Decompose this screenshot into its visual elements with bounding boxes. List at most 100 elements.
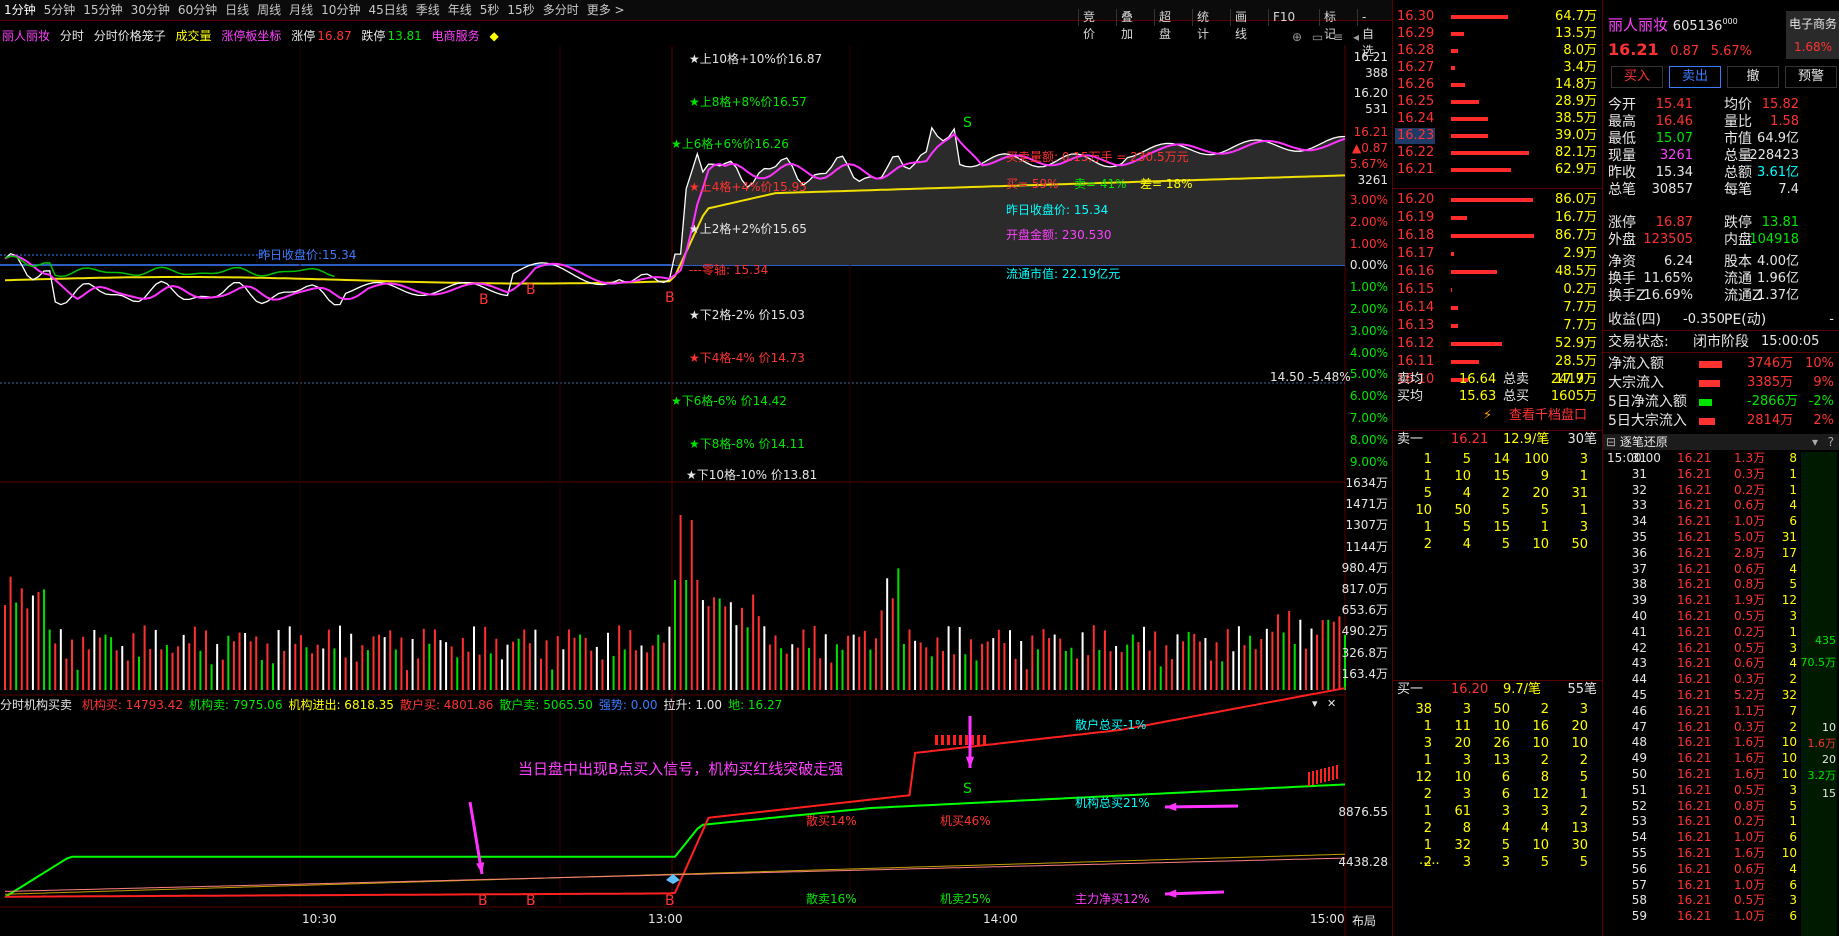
volume-bar (813, 625, 816, 690)
tick-vol-14: 0.3万 (1734, 672, 1766, 687)
book-summary-val-0: 16.64 (1459, 372, 1497, 387)
ask-price-8[interactable]: 16.22 (1397, 144, 1434, 162)
toolbar-0[interactable]: 竞价 (1078, 9, 1099, 41)
bid-price-9[interactable]: 16.11 (1397, 353, 1434, 371)
chart-info-bar: 丽人丽妆 分时 分时价格笼子 成交量 涨停板坐标 涨停 16.87 跌停 13.81… (0, 27, 1440, 45)
quote-key-4-1: 总额 (1724, 165, 1752, 181)
flow-bar-1 (1699, 380, 1720, 387)
sell1-cell: 2 (1501, 486, 1510, 501)
period-10[interactable]: 季线 (412, 0, 444, 20)
signal-bar (983, 735, 986, 745)
tick-vol-11: 0.2万 (1734, 624, 1766, 639)
ask-price-1[interactable]: 16.29 (1397, 25, 1434, 43)
period-14[interactable]: 多分时 (539, 0, 583, 20)
period-3[interactable]: 30分钟 (127, 0, 174, 20)
bid-price-7[interactable]: 16.13 (1397, 317, 1434, 335)
period-4[interactable]: 60分钟 (174, 0, 221, 20)
sector-diamond-icon[interactable]: ◆ (489, 29, 498, 43)
ask-price-9[interactable]: 16.21 (1397, 161, 1434, 179)
ask-price-4[interactable]: 16.26 (1397, 76, 1434, 94)
layout-button[interactable]: 布局 (1352, 912, 1376, 929)
collapse-icon[interactable]: ◂ (1353, 30, 1359, 44)
toolbar-2[interactable]: 超盘 (1154, 9, 1175, 41)
collapse-icon[interactable]: ⊟ (1606, 435, 1616, 449)
dropdown-icon[interactable]: ▾ (1312, 697, 1318, 710)
period-11[interactable]: 年线 (444, 0, 476, 20)
add-icon[interactable]: ⊕ (1292, 30, 1302, 44)
bid-price-0[interactable]: 16.20 (1397, 191, 1434, 209)
tick-price-0: 16.21 (1677, 451, 1712, 465)
volume-bar (1081, 632, 1084, 690)
ask-price-0[interactable]: 16.30 (1397, 8, 1434, 26)
volume-bar (132, 633, 135, 690)
stock-code-suffix: 000 (1722, 17, 1738, 26)
info-stock-name[interactable]: 丽人丽妆 (2, 29, 50, 43)
ask-price-6[interactable]: 16.24 (1397, 110, 1434, 128)
period-9[interactable]: 45日线 (364, 0, 411, 20)
volume-bar (612, 655, 615, 690)
toolbar-6[interactable]: 标记 (1319, 9, 1340, 41)
tick-price-21: 16.21 (1677, 782, 1712, 797)
tick-side-a: 435 (1815, 634, 1836, 647)
volume-bar (1159, 666, 1162, 690)
help-icon[interactable]: ? (1828, 434, 1834, 450)
ladder-label-7: ★下4格-4% 价14.73 (689, 351, 805, 365)
toolbar-3[interactable]: 统计 (1192, 9, 1213, 41)
quote-button-0[interactable]: 买入 (1611, 66, 1663, 88)
indicator-title[interactable]: 分时机构买卖 (0, 698, 72, 712)
tick-count-1: 1 (1789, 466, 1797, 481)
period-1[interactable]: 5分钟 (40, 0, 80, 20)
quote-button-1[interactable]: 卖出 (1669, 66, 1721, 88)
bid-price-3[interactable]: 16.17 (1397, 245, 1434, 263)
ask-price-7[interactable]: 16.23 (1397, 127, 1434, 145)
category-tag[interactable]: 电子商务 1.68% (1786, 11, 1839, 59)
bid-price-2[interactable]: 16.18 (1397, 227, 1434, 245)
ask-price-2[interactable]: 16.28 (1397, 42, 1434, 60)
period-6[interactable]: 周线 (253, 0, 285, 20)
bid-price-1[interactable]: 16.19 (1397, 209, 1434, 227)
close-icon[interactable]: ✕ (1327, 697, 1336, 710)
quote-button-2[interactable]: 撤 (1727, 66, 1779, 88)
bid-price-6[interactable]: 16.14 (1397, 299, 1434, 317)
volume-bar (244, 633, 247, 690)
bid-price-5[interactable]: 16.15 (1397, 281, 1434, 299)
period-8[interactable]: 10分钟 (317, 0, 364, 20)
period-13[interactable]: 15秒 (503, 0, 538, 20)
more-depth-link[interactable]: 查看千档盘口 (1509, 407, 1587, 425)
period-12[interactable]: 5秒 (476, 0, 504, 20)
info-sector[interactable]: 电商服务 (432, 29, 480, 43)
quote-button-3[interactable]: 预警 (1785, 66, 1837, 88)
ask-price-5[interactable]: 16.25 (1397, 93, 1434, 111)
ask-bar-2 (1451, 49, 1459, 53)
tick-price-5: 16.21 (1677, 530, 1712, 544)
tick-count-24: 6 (1789, 830, 1797, 845)
ask-price-3[interactable]: 16.27 (1397, 59, 1434, 77)
sell1-cell: 5 (1423, 486, 1432, 501)
buy-more: ..... (1419, 853, 1440, 868)
buy1-cell: 3 (1462, 753, 1471, 768)
period-2[interactable]: 15分钟 (79, 0, 126, 20)
period-0[interactable]: 1分钟 (0, 0, 40, 20)
bid-price-4[interactable]: 16.16 (1397, 263, 1434, 281)
info-item-price-cage[interactable]: 分时价格笼子 (94, 29, 166, 43)
period-5[interactable]: 日线 (221, 0, 253, 20)
period-7[interactable]: 月线 (285, 0, 317, 20)
stock-code[interactable]: 605136 (1673, 19, 1723, 34)
toolbar-1[interactable]: 叠加 (1116, 9, 1137, 41)
volume-bar (478, 654, 481, 690)
toolbar-7[interactable]: -自选 (1357, 9, 1378, 58)
window-restore-icon[interactable]: ▭ (1312, 30, 1323, 44)
info-item-timeshare[interactable]: 分时 (60, 29, 84, 43)
bid-price-8[interactable]: 16.12 (1397, 335, 1434, 353)
menu-icon[interactable]: ≡ (1333, 30, 1343, 44)
volume-bar (1338, 616, 1341, 690)
period-15[interactable]: 更多 > (583, 0, 629, 20)
toolbar-4[interactable]: 画线 (1230, 9, 1251, 41)
tick-title[interactable]: 逐笔还原 (1620, 435, 1668, 449)
info-volume-label[interactable]: 成交量 (176, 29, 212, 43)
pin-icon[interactable]: ▾ (1812, 434, 1818, 450)
volume-bar (757, 616, 760, 690)
stock-name[interactable]: 丽人丽妆 (1608, 16, 1668, 34)
toolbar-5[interactable]: F10 (1268, 9, 1299, 26)
info-indicator[interactable]: 涨停板坐标 (221, 29, 281, 43)
